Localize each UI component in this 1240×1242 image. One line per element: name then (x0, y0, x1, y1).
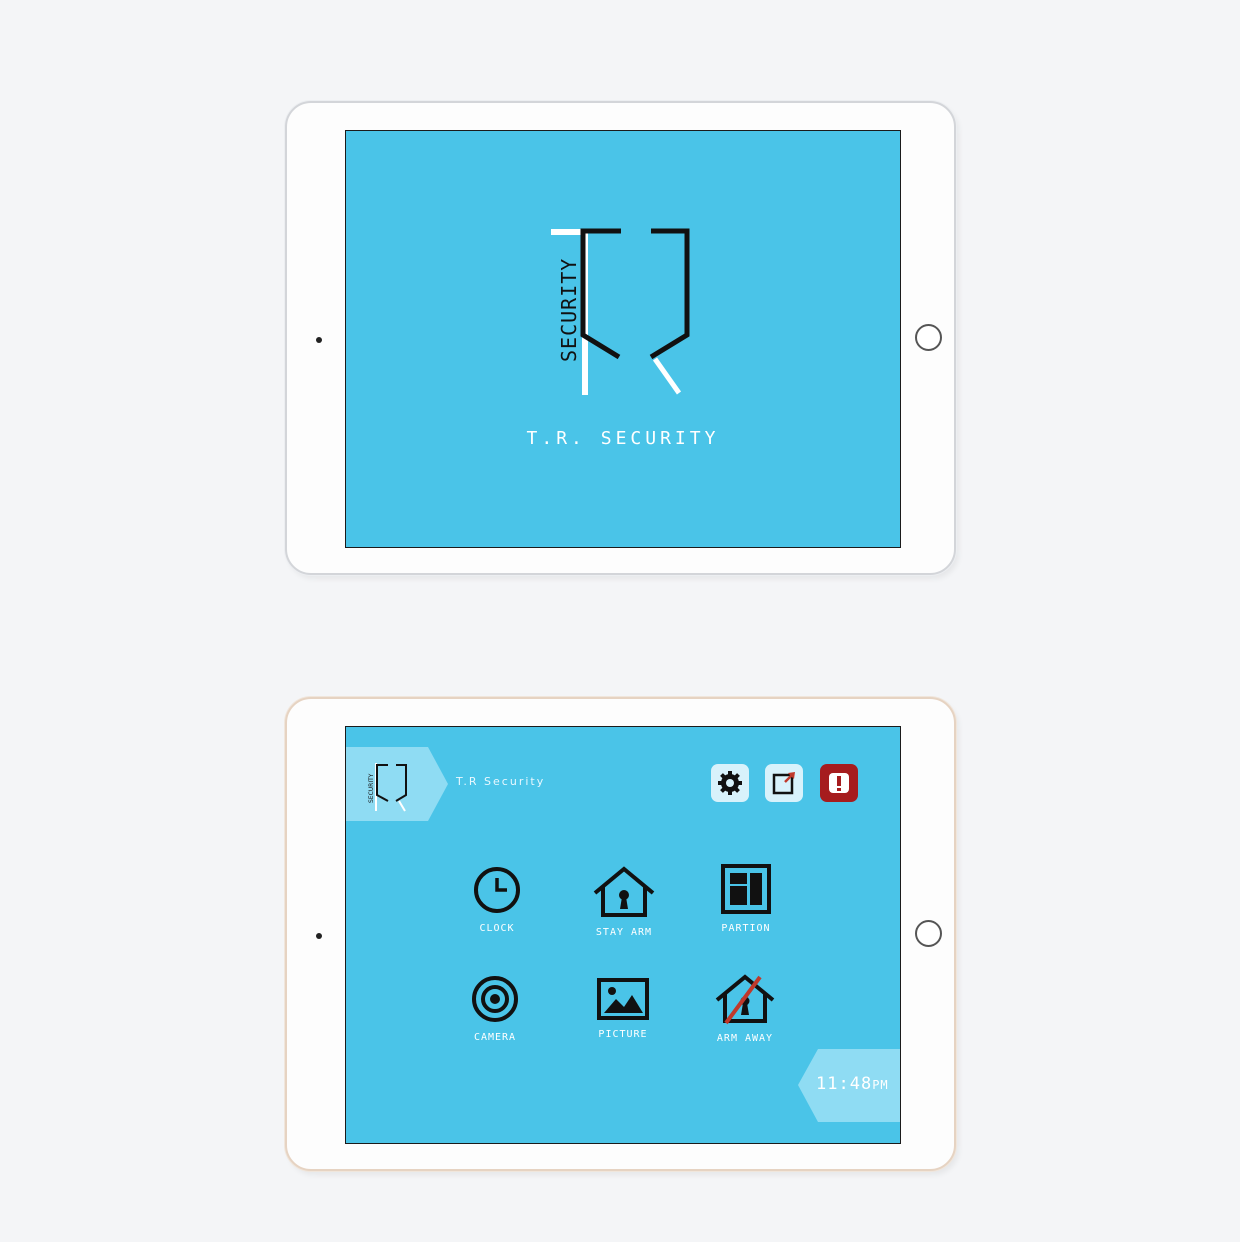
brand-logo: SECURITY (368, 763, 407, 812)
house-lock-icon (593, 866, 655, 917)
tile-partition[interactable]: PARTION (701, 863, 791, 934)
tile-label: PARTION (721, 923, 771, 934)
clock-display: 11:48PM (798, 1049, 900, 1122)
splash-screen: SECURITY T.R. SECURITY (345, 130, 901, 548)
external-link-icon (772, 772, 795, 795)
gear-icon (718, 771, 742, 795)
tile-label: STAY ARM (595, 927, 653, 938)
house-crossed-icon (715, 974, 775, 1025)
picture-icon (597, 978, 649, 1020)
tr-security-logo: SECURITY (551, 228, 690, 395)
clock-icon (474, 867, 520, 913)
partition-icon (721, 864, 771, 914)
front-camera (316, 337, 322, 343)
tile-label: PICTURE (598, 1029, 648, 1040)
dashboard-screen: SECURITY T.R Security CLOCK STAY ARM PAR… (345, 726, 901, 1144)
alert-icon (829, 773, 849, 793)
tile-arm-away[interactable]: ARM AWAY (700, 973, 790, 1044)
tile-clock[interactable]: CLOCK (452, 865, 542, 934)
tile-camera[interactable]: CAMERA (450, 974, 540, 1043)
open-external-button[interactable] (765, 764, 803, 802)
splash-title: T.R. SECURITY (526, 428, 720, 449)
brand-tab[interactable]: SECURITY (346, 747, 448, 821)
home-button[interactable] (915, 920, 942, 947)
settings-button[interactable] (711, 764, 749, 802)
ipad-splash-device: SECURITY T.R. SECURITY (285, 101, 956, 575)
alert-button[interactable] (820, 764, 858, 802)
brand-logo-word: SECURITY (368, 773, 375, 803)
clock-text: 11:48PM (816, 1074, 889, 1094)
tile-label: ARM AWAY (716, 1033, 774, 1044)
tile-label: CLOCK (479, 923, 515, 934)
tile-picture[interactable]: PICTURE (578, 977, 668, 1040)
tile-label: CAMERA (473, 1032, 517, 1043)
camera-icon (472, 976, 518, 1022)
clock-time: 11:48 (816, 1074, 873, 1094)
home-button[interactable] (915, 324, 942, 351)
clock-meridiem: PM (872, 1078, 889, 1092)
brand-name: T.R Security (456, 775, 546, 788)
tile-stay-arm[interactable]: STAY ARM (579, 865, 669, 938)
front-camera (316, 933, 322, 939)
ipad-dashboard-device: SECURITY T.R Security CLOCK STAY ARM PAR… (285, 697, 956, 1171)
logo-word: SECURITY (557, 258, 581, 362)
